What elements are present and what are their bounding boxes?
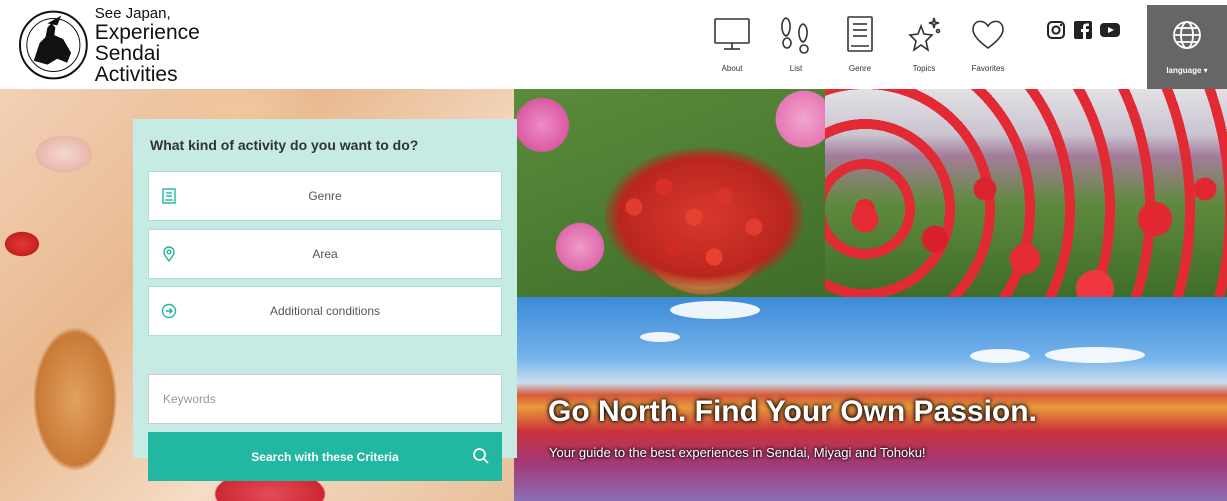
logo-line-1: See Japan, bbox=[94, 4, 171, 22]
area-label: Area bbox=[312, 247, 338, 261]
hero-subtitle: Your guide to the best experiences in Se… bbox=[549, 445, 926, 460]
cloud bbox=[970, 349, 1030, 363]
book-icon bbox=[847, 16, 873, 52]
language-selector[interactable]: language ▾ bbox=[1147, 5, 1227, 89]
site-logo[interactable]: See Japan, Experience Sendai Activities bbox=[18, 6, 268, 85]
strawberry-basket bbox=[604, 147, 804, 287]
sparkle-star-icon bbox=[908, 17, 941, 52]
logo-text: See Japan, Experience Sendai Activities bbox=[95, 6, 268, 85]
heart-icon bbox=[972, 20, 1004, 49]
cloud bbox=[640, 332, 680, 342]
search-button-label: Search with these Criteria bbox=[251, 449, 399, 464]
samurai-emblem-icon bbox=[18, 10, 88, 80]
keywords-input[interactable] bbox=[148, 374, 502, 424]
site-header: See Japan, Experience Sendai Activities … bbox=[0, 0, 1227, 89]
additional-conditions-label: Additional conditions bbox=[269, 304, 381, 318]
instagram-icon[interactable] bbox=[1046, 20, 1066, 40]
main-nav: About List Genre Topics Favorites bbox=[700, 14, 1020, 76]
nav-item-favorites[interactable]: Favorites bbox=[956, 14, 1020, 76]
hero-title: Go North. Find Your Own Passion. bbox=[548, 395, 1037, 428]
search-icon bbox=[473, 448, 489, 464]
nav-item-about[interactable]: About bbox=[700, 14, 764, 76]
hero-section: Go North. Find Your Own Passion. Your gu… bbox=[0, 89, 1227, 501]
nav-item-topics[interactable]: Topics bbox=[892, 14, 956, 76]
genre-label: Genre bbox=[308, 189, 342, 203]
nav-item-genre[interactable]: Genre bbox=[828, 14, 892, 76]
genre-select[interactable]: Genre bbox=[148, 171, 502, 221]
additional-conditions-select[interactable]: Additional conditions bbox=[148, 286, 502, 336]
cloud bbox=[1045, 347, 1145, 363]
monitor-icon bbox=[714, 18, 750, 50]
nav-label-favorites: Favorites bbox=[971, 64, 1005, 73]
book-icon bbox=[162, 188, 176, 204]
nav-label-genre: Genre bbox=[848, 64, 872, 73]
nav-label-list: List bbox=[789, 64, 803, 73]
facebook-icon[interactable] bbox=[1073, 20, 1093, 40]
map-pin-icon bbox=[163, 246, 175, 262]
logo-line-3: Activities bbox=[94, 62, 178, 86]
cloud bbox=[670, 301, 760, 319]
tulip-flowers bbox=[825, 149, 1227, 297]
search-panel: What kind of activity do you want to do?… bbox=[133, 119, 517, 481]
logo-line-2: Experience Sendai bbox=[94, 20, 200, 65]
area-select[interactable]: Area bbox=[148, 229, 502, 279]
circle-arrow-icon bbox=[161, 303, 177, 319]
search-panel-title: What kind of activity do you want to do? bbox=[150, 137, 419, 153]
search-button[interactable]: Search with these Criteria bbox=[148, 432, 502, 481]
youtube-icon[interactable] bbox=[1100, 20, 1120, 40]
globe-icon bbox=[1173, 21, 1201, 49]
footprints-icon bbox=[781, 17, 809, 54]
nav-item-list[interactable]: List bbox=[764, 14, 828, 76]
nav-label-topics: Topics bbox=[912, 64, 936, 73]
language-label: language ▾ bbox=[1166, 66, 1208, 75]
nav-label-about: About bbox=[721, 64, 743, 73]
social-links bbox=[1046, 20, 1120, 40]
